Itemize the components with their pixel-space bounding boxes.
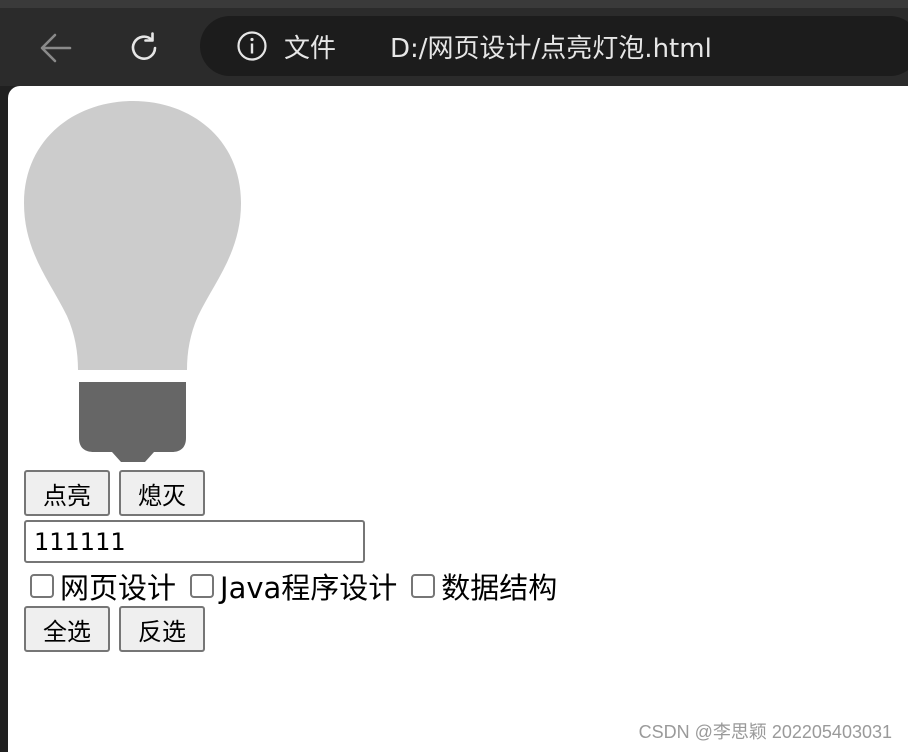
bulb-glass (24, 101, 241, 370)
checkbox-item-web-design[interactable]: 网页设计 (30, 565, 176, 607)
course-checkbox-group: 网页设计 Java程序设计 数据结构 (30, 566, 571, 606)
checkbox-item-java[interactable]: Java程序设计 (190, 565, 397, 607)
checkbox-web-design[interactable] (30, 574, 54, 598)
checkbox-java[interactable] (190, 574, 215, 598)
browser-toolbar: 文件 D:/网页设计/点亮灯泡.html (0, 8, 908, 86)
arrow-left-icon (40, 33, 72, 63)
bulb-base (79, 382, 186, 462)
address-bar[interactable]: 文件 D:/网页设计/点亮灯泡.html (200, 16, 908, 76)
lightbulb-icon[interactable] (22, 100, 244, 462)
reload-icon (131, 32, 157, 60)
url-text[interactable]: D:/网页设计/点亮灯泡.html (390, 28, 712, 65)
watermark: CSDN @李思颖 202205403031 (638, 722, 892, 742)
info-icon[interactable] (236, 30, 268, 62)
back-button[interactable] (34, 26, 78, 70)
invert-selection-button[interactable]: 反选 (119, 606, 205, 652)
checkbox-label: 数据结构 (441, 571, 558, 605)
text-input[interactable]: 111111 (24, 520, 365, 563)
checkbox-item-data-structures[interactable]: 数据结构 (411, 565, 557, 607)
window-top-strip (0, 0, 908, 8)
turn-off-button[interactable]: 熄灭 (119, 470, 205, 516)
checkbox-data-structures[interactable] (411, 574, 436, 598)
page-viewport: 点亮 熄灭 111111 网页设计 Java程序设计 数据结构 全选 反选 CS… (8, 86, 908, 752)
turn-on-button[interactable]: 点亮 (24, 470, 110, 516)
reload-button[interactable] (122, 26, 166, 70)
checkbox-label: Java程序设计 (220, 571, 398, 605)
select-all-button[interactable]: 全选 (24, 606, 110, 652)
site-info-label: 文件 (284, 34, 337, 64)
checkbox-label: 网页设计 (60, 571, 177, 605)
